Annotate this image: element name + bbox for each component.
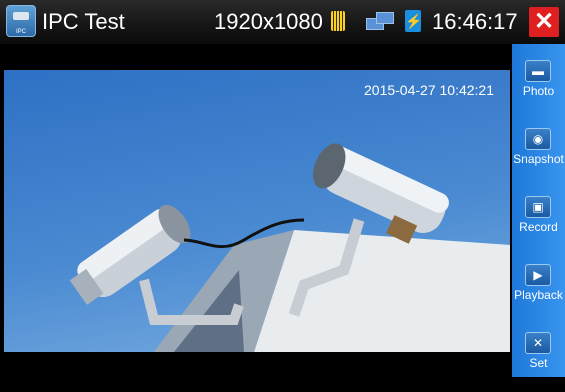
- photo-button[interactable]: ▬ Photo: [512, 60, 565, 120]
- resolution-readout: 1920x1080: [214, 9, 323, 34]
- tool-sidebar: ▬ Photo ◉ Snapshot ▣ Record ▶ Playback ✕…: [512, 44, 565, 377]
- sd-card-icon: [331, 11, 345, 31]
- letterbox-bottom: [0, 352, 512, 377]
- record-icon: ▣: [525, 196, 551, 218]
- record-label: Record: [519, 220, 558, 234]
- record-button[interactable]: ▣ Record: [512, 196, 565, 256]
- app-icon-label: IPC: [15, 29, 26, 35]
- video-preview[interactable]: 2015-04-27 10:42:21: [4, 70, 510, 352]
- set-label: Set: [529, 356, 548, 370]
- left-camera: [69, 204, 191, 305]
- playback-label: Playback: [514, 288, 563, 302]
- video-timestamp: 2015-04-27 10:42:21: [364, 82, 494, 98]
- set-button[interactable]: ✕ Set: [512, 332, 565, 392]
- camera-icon: ◉: [525, 128, 551, 150]
- app-icon[interactable]: IPC: [6, 5, 36, 37]
- playback-icon: ▶: [525, 264, 551, 286]
- snapshot-label: Snapshot: [513, 152, 564, 166]
- app-title: IPC Test: [42, 9, 125, 34]
- snapshot-button[interactable]: ◉ Snapshot: [512, 128, 565, 188]
- close-button[interactable]: ✕: [529, 7, 559, 37]
- photo-icon: ▬: [525, 60, 551, 82]
- letterbox-top: [0, 44, 512, 70]
- network-icon: [366, 12, 394, 30]
- settings-icon: ✕: [525, 332, 551, 354]
- battery-charging-icon: ⚡: [405, 10, 422, 32]
- playback-button[interactable]: ▶ Playback: [512, 264, 565, 324]
- top-status-bar: IPC IPC Test 1920x1080 ⚡ 16:46:17 ✕: [0, 0, 565, 44]
- camera-scene-image: [69, 143, 510, 352]
- photo-label: Photo: [522, 84, 555, 98]
- clock: 16:46:17: [432, 9, 518, 34]
